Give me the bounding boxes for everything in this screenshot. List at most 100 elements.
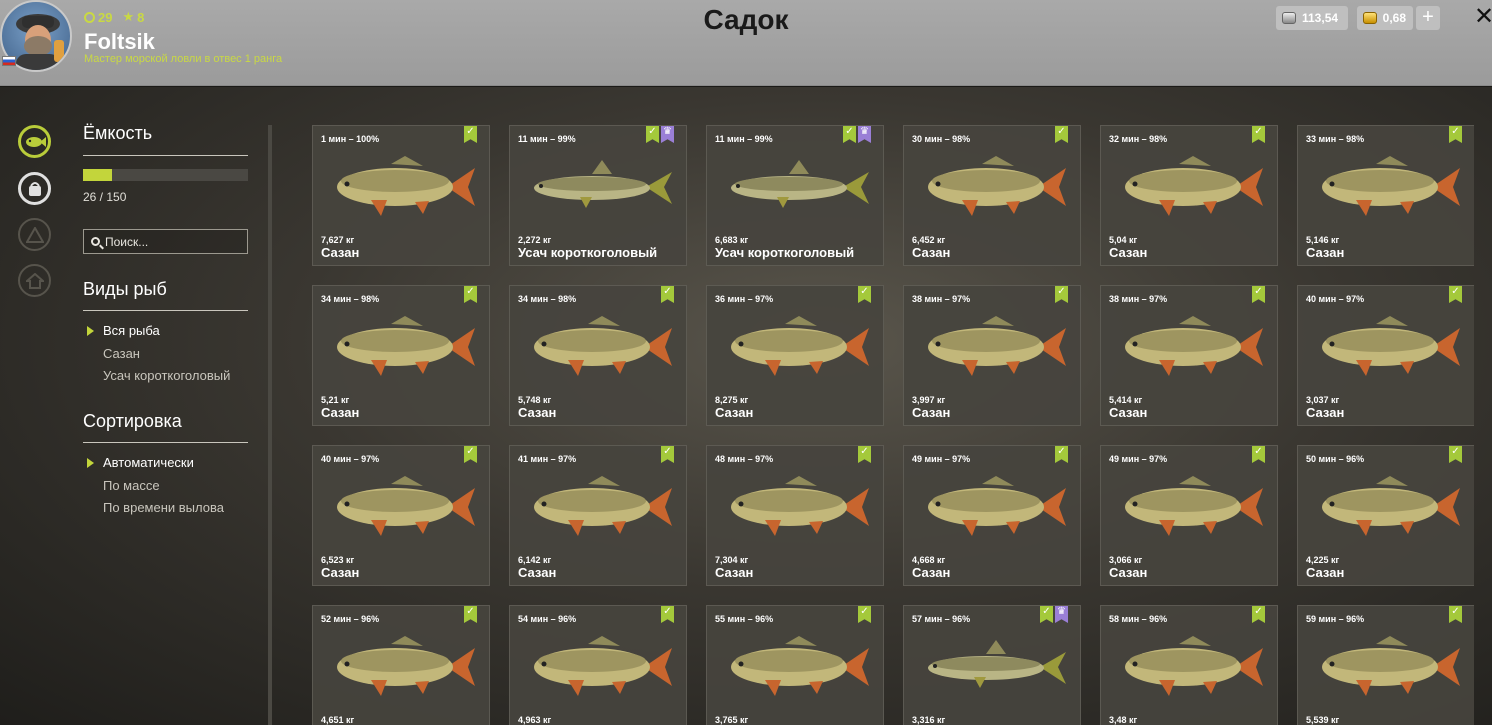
fish-card[interactable]: 11 мин – 99% ✓ ♛ 2,272 кг Усач короткоголовы… <box>509 125 687 266</box>
capacity-title: Ёмкость <box>83 123 153 143</box>
sort-selected-arrow-icon <box>87 458 94 468</box>
fish-weight: 3,48 кг <box>1109 715 1138 725</box>
fish-card[interactable]: 34 мин – 98% ✓ 5,748 кг Сазан <box>509 285 687 426</box>
fish-card[interactable]: 57 мин – 96% ✓ ♛ 3,316 кг <box>903 605 1081 725</box>
star-icon: ★ <box>122 9 135 24</box>
bookmark-check-icon: ✓ <box>843 126 856 143</box>
nav-fish-button[interactable] <box>18 125 51 158</box>
nav-bucket-button[interactable] <box>18 172 51 205</box>
fish-weight: 3,066 кг <box>1109 555 1143 565</box>
fish-weight: 8,275 кг <box>715 395 749 405</box>
catch-time: 38 мин – 97% <box>912 294 971 304</box>
sidebar-scrollbar[interactable] <box>268 125 272 725</box>
fish-card[interactable]: 32 мин – 98% ✓ 5,04 кг Сазан <box>1100 125 1278 266</box>
fish-card[interactable]: 38 мин – 97% ✓ 5,414 кг Сазан <box>1100 285 1278 426</box>
carp-fish-icon <box>1125 156 1263 216</box>
catch-time: 57 мин – 96% <box>912 614 971 624</box>
fish-card[interactable]: 50 мин – 96% ✓ 4,225 кг Сазан <box>1297 445 1474 586</box>
fish-card[interactable]: 54 мин – 96% ✓ 4,963 кг <box>509 605 687 725</box>
catch-time: 11 мин – 99% <box>518 134 576 144</box>
fish-weight: 5,414 кг <box>1109 395 1143 405</box>
sort-by-time[interactable]: По времени вылова <box>103 500 224 515</box>
fish-name: Сазан <box>1306 565 1345 580</box>
silver-currency: 113,54 <box>1276 6 1348 30</box>
fish-card[interactable]: 55 мин – 96% ✓ 3,765 кг <box>706 605 884 725</box>
bookmark-trophy-icon: ♛ <box>858 126 871 143</box>
fish-name: Сазан <box>912 565 951 580</box>
carp-fish-icon <box>1125 476 1263 536</box>
card-badges: ✓ <box>1252 446 1265 463</box>
card-badges: ✓ <box>1055 286 1068 303</box>
bookmark-check-icon: ✓ <box>1252 126 1265 143</box>
fish-name: Сазан <box>321 245 360 260</box>
fish-card[interactable]: 49 мин – 97% ✓ 4,668 кг Сазан <box>903 445 1081 586</box>
bookmark-check-icon: ✓ <box>661 286 674 303</box>
carp-fish-icon <box>1322 156 1460 216</box>
carp-fish-icon <box>534 636 672 696</box>
fish-weight: 5,748 кг <box>518 395 552 405</box>
tent-icon <box>25 226 44 243</box>
bookmark-check-icon: ✓ <box>464 606 477 623</box>
nav-tent-button[interactable] <box>18 218 51 251</box>
card-badges: ✓ <box>464 446 477 463</box>
fish-weight: 3,997 кг <box>912 395 946 405</box>
carp-fish-icon <box>534 316 672 376</box>
fish-card[interactable]: 38 мин – 97% ✓ 3,997 кг Сазан <box>903 285 1081 426</box>
nav-home-button[interactable] <box>18 264 51 297</box>
fish-name: Сазан <box>1109 405 1148 420</box>
fish-weight: 7,304 кг <box>715 555 749 565</box>
add-currency-button[interactable]: + <box>1416 6 1440 30</box>
bookmark-check-icon: ✓ <box>858 446 871 463</box>
card-badges: ✓ <box>661 606 674 623</box>
page-title: Садок <box>703 4 789 35</box>
sort-title: Сортировка <box>83 411 182 431</box>
level-stat: 29 <box>84 10 112 25</box>
catch-time: 34 мин – 98% <box>518 294 577 304</box>
bookmark-check-icon: ✓ <box>464 126 477 143</box>
fish-card[interactable]: 49 мин – 97% ✓ 3,066 кг Сазан <box>1100 445 1278 586</box>
capacity-count: 26 / 150 <box>83 190 127 204</box>
catch-time: 11 мин – 99% <box>715 134 773 144</box>
fish-card[interactable]: 30 мин – 98% ✓ 6,452 кг Сазан <box>903 125 1081 266</box>
bucket-icon <box>28 181 41 196</box>
fish-weight: 5,04 кг <box>1109 235 1138 245</box>
species-filter-carp[interactable]: Сазан <box>103 346 140 361</box>
species-filter-barbel[interactable]: Усач короткоголовый <box>103 368 230 383</box>
fish-card[interactable]: 40 мин – 97% ✓ 3,037 кг Сазан <box>1297 285 1474 426</box>
close-icon[interactable]: ✕ <box>1474 4 1492 30</box>
fish-name: Усач короткоголовый <box>715 245 855 260</box>
catch-time: 40 мин – 97% <box>321 454 380 464</box>
fish-card[interactable]: 36 мин – 97% ✓ 8,275 кг Сазан <box>706 285 884 426</box>
sort-auto[interactable]: Автоматически <box>103 455 194 470</box>
search-input[interactable]: Поиск... <box>83 229 248 254</box>
carp-fish-icon <box>731 316 869 376</box>
fish-card[interactable]: 33 мин – 98% ✓ 5,146 кг Сазан <box>1297 125 1474 266</box>
sort-by-mass[interactable]: По массе <box>103 478 160 493</box>
bookmark-check-icon: ✓ <box>858 286 871 303</box>
fish-card[interactable]: 40 мин – 97% ✓ 6,523 кг Сазан <box>312 445 490 586</box>
fish-card[interactable]: 34 мин – 98% ✓ 5,21 кг Сазан <box>312 285 490 426</box>
fish-weight: 3,765 кг <box>715 715 749 725</box>
fish-card[interactable]: 59 мин – 96% ✓ 5,539 кг <box>1297 605 1474 725</box>
catch-time: 1 мин – 100% <box>321 134 380 144</box>
fish-card[interactable]: 52 мин – 96% ✓ 4,651 кг <box>312 605 490 725</box>
player-name[interactable]: Foltsik <box>84 29 155 55</box>
bookmark-check-icon: ✓ <box>1252 606 1265 623</box>
card-badges: ✓ <box>661 446 674 463</box>
fish-card[interactable]: 1 мин – 100% ✓ 7,627 кг Сазан <box>312 125 490 266</box>
top-bar: 29 ★ 8 Foltsik Мастер морской ловли в от… <box>0 0 1492 86</box>
species-filter-all[interactable]: Вся рыба <box>103 323 160 338</box>
bookmark-trophy-icon: ♛ <box>1055 606 1068 623</box>
level-value: 29 <box>98 9 113 25</box>
fish-card[interactable]: 48 мин – 97% ✓ 7,304 кг Сазан <box>706 445 884 586</box>
card-badges: ✓ ♛ <box>646 126 674 143</box>
species-divider <box>83 310 248 311</box>
bookmark-check-icon: ✓ <box>1449 126 1462 143</box>
fish-weight: 4,225 кг <box>1306 555 1340 565</box>
fish-weight: 5,146 кг <box>1306 235 1340 245</box>
fish-card[interactable]: 11 мин – 99% ✓ ♛ 6,683 кг Усач короткоголовы… <box>706 125 884 266</box>
fish-card[interactable]: 58 мин – 96% ✓ 3,48 кг <box>1100 605 1278 725</box>
bookmark-check-icon: ✓ <box>1055 286 1068 303</box>
fish-name: Сазан <box>715 405 754 420</box>
fish-card[interactable]: 41 мин – 97% ✓ 6,142 кг Сазан <box>509 445 687 586</box>
